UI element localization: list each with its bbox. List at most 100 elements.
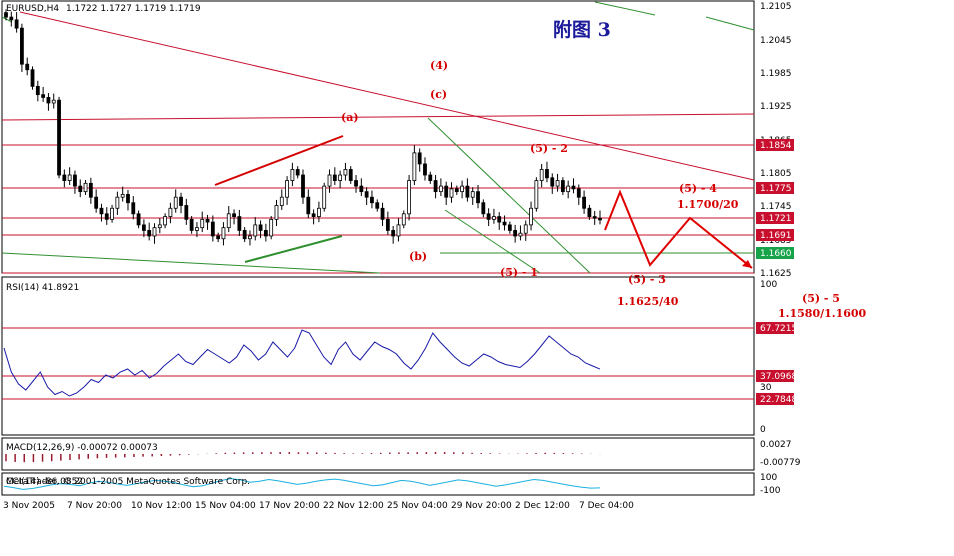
candle-body (274, 205, 279, 220)
candle-body (476, 191, 480, 204)
candle-body (163, 216, 168, 226)
candle-body (210, 221, 215, 237)
candle-body (88, 182, 93, 198)
candle-body (263, 230, 268, 237)
candle-body (529, 207, 533, 226)
candle-body (454, 188, 459, 193)
candle-body (46, 97, 51, 104)
candle-body (385, 218, 390, 231)
candle-body (136, 213, 141, 226)
candle-body (470, 191, 475, 198)
candle-body (279, 196, 284, 206)
time-tick: 29 Nov 20:00 (451, 501, 512, 511)
candle-body (226, 213, 231, 229)
candle-body (481, 202, 486, 215)
price-tag-1660: 1.1660 (760, 249, 792, 259)
time-tick: 10 Nov 12:00 (131, 501, 192, 511)
candle-body (110, 207, 114, 220)
candle-body (460, 185, 465, 193)
chart-ohlc: 1.1722 1.1727 1.1719 1.1719 (66, 4, 201, 14)
candle-body (67, 174, 72, 181)
candle-body (157, 224, 162, 229)
time-tick: 7 Dec 04:00 (579, 501, 634, 511)
candle-body (364, 191, 369, 198)
candle-body (317, 207, 321, 217)
candle-body (295, 169, 300, 176)
candle-body (502, 221, 507, 226)
candle-body (444, 185, 449, 198)
price-tag-1854: 1.1854 (760, 141, 792, 151)
candle-body (359, 185, 364, 193)
candle-body (587, 207, 592, 217)
candle-body (269, 218, 274, 237)
candle-body (147, 230, 152, 237)
candle-body (492, 216, 496, 220)
candle-body (168, 207, 173, 217)
candle-body (550, 177, 555, 187)
rsi-tag-low: 22.7848 (760, 395, 797, 405)
candle-body (322, 185, 327, 209)
candle-body (576, 188, 581, 198)
cci-tick: 100 (760, 473, 777, 483)
wave-b-label: (b) (409, 250, 427, 263)
candle-body (375, 202, 380, 209)
rsi-tag-high: 67.7215 (760, 324, 797, 334)
candle-body (428, 174, 433, 181)
candle-body (423, 163, 427, 176)
wave-5-5-label: (5) - 5 (802, 292, 840, 305)
chart-symbol: EURUSD,H4 (6, 4, 59, 14)
wave-5-5-target: 1.1580/1.1600 (778, 307, 867, 320)
candle-body (25, 63, 30, 71)
wave-a-label: (a) (341, 111, 359, 124)
chart-canvas[interactable]: 1.2105 1.2045 1.1985 1.1925 1.1865 1.180… (0, 0, 954, 556)
candle-body (152, 227, 157, 237)
candle-body (438, 185, 443, 193)
candle-body (104, 213, 109, 220)
candle-body (571, 185, 576, 190)
candle-body (221, 227, 226, 240)
time-tick: 25 Nov 04:00 (387, 501, 448, 511)
candle-body (465, 185, 470, 198)
time-tick: 7 Nov 20:00 (67, 501, 122, 511)
candle-body (285, 180, 289, 198)
candle-body (35, 85, 40, 96)
candle-body (301, 174, 305, 198)
time-tick: 22 Nov 12:00 (323, 501, 384, 511)
price-tick: 1.2045 (760, 36, 792, 46)
price-tag-1721: 1.1721 (760, 214, 792, 224)
candle-body (598, 217, 602, 221)
candle-body (534, 180, 539, 209)
candle-body (412, 152, 417, 181)
price-tick: 1.1985 (760, 69, 792, 79)
candle-body (120, 194, 125, 198)
candle-body (391, 230, 396, 237)
candle-body (200, 218, 205, 229)
candle-body (115, 196, 120, 209)
candle-body (78, 185, 83, 193)
candle-body (51, 99, 56, 104)
candle-body (173, 196, 178, 209)
candle-body (343, 169, 348, 176)
candle-body (9, 16, 14, 21)
candle-body (338, 174, 343, 181)
macd-tick: 0.0027 (760, 440, 792, 450)
copyright-text: MetaTrader, © 2001-2005 MetaQuotes Softw… (6, 477, 250, 487)
macd-tick: -0.00779 (760, 458, 801, 468)
candle-body (560, 180, 565, 193)
candle-body (258, 224, 263, 231)
candle-body (83, 182, 88, 193)
candle-body (486, 213, 491, 220)
candle-body (433, 180, 438, 193)
candle-body (348, 169, 353, 181)
candle-body (253, 224, 258, 237)
candle-body (523, 224, 528, 234)
figure-title: 附图 3 (553, 18, 611, 41)
candle-body (131, 202, 136, 215)
candle-body (189, 218, 194, 231)
candle-body (417, 152, 422, 165)
candle-body (216, 235, 221, 240)
wave-5-4-label: (5) - 4 (679, 182, 717, 195)
candle-body (407, 180, 411, 215)
wave-c-label: (c) (430, 88, 447, 101)
candle-body (306, 196, 311, 215)
